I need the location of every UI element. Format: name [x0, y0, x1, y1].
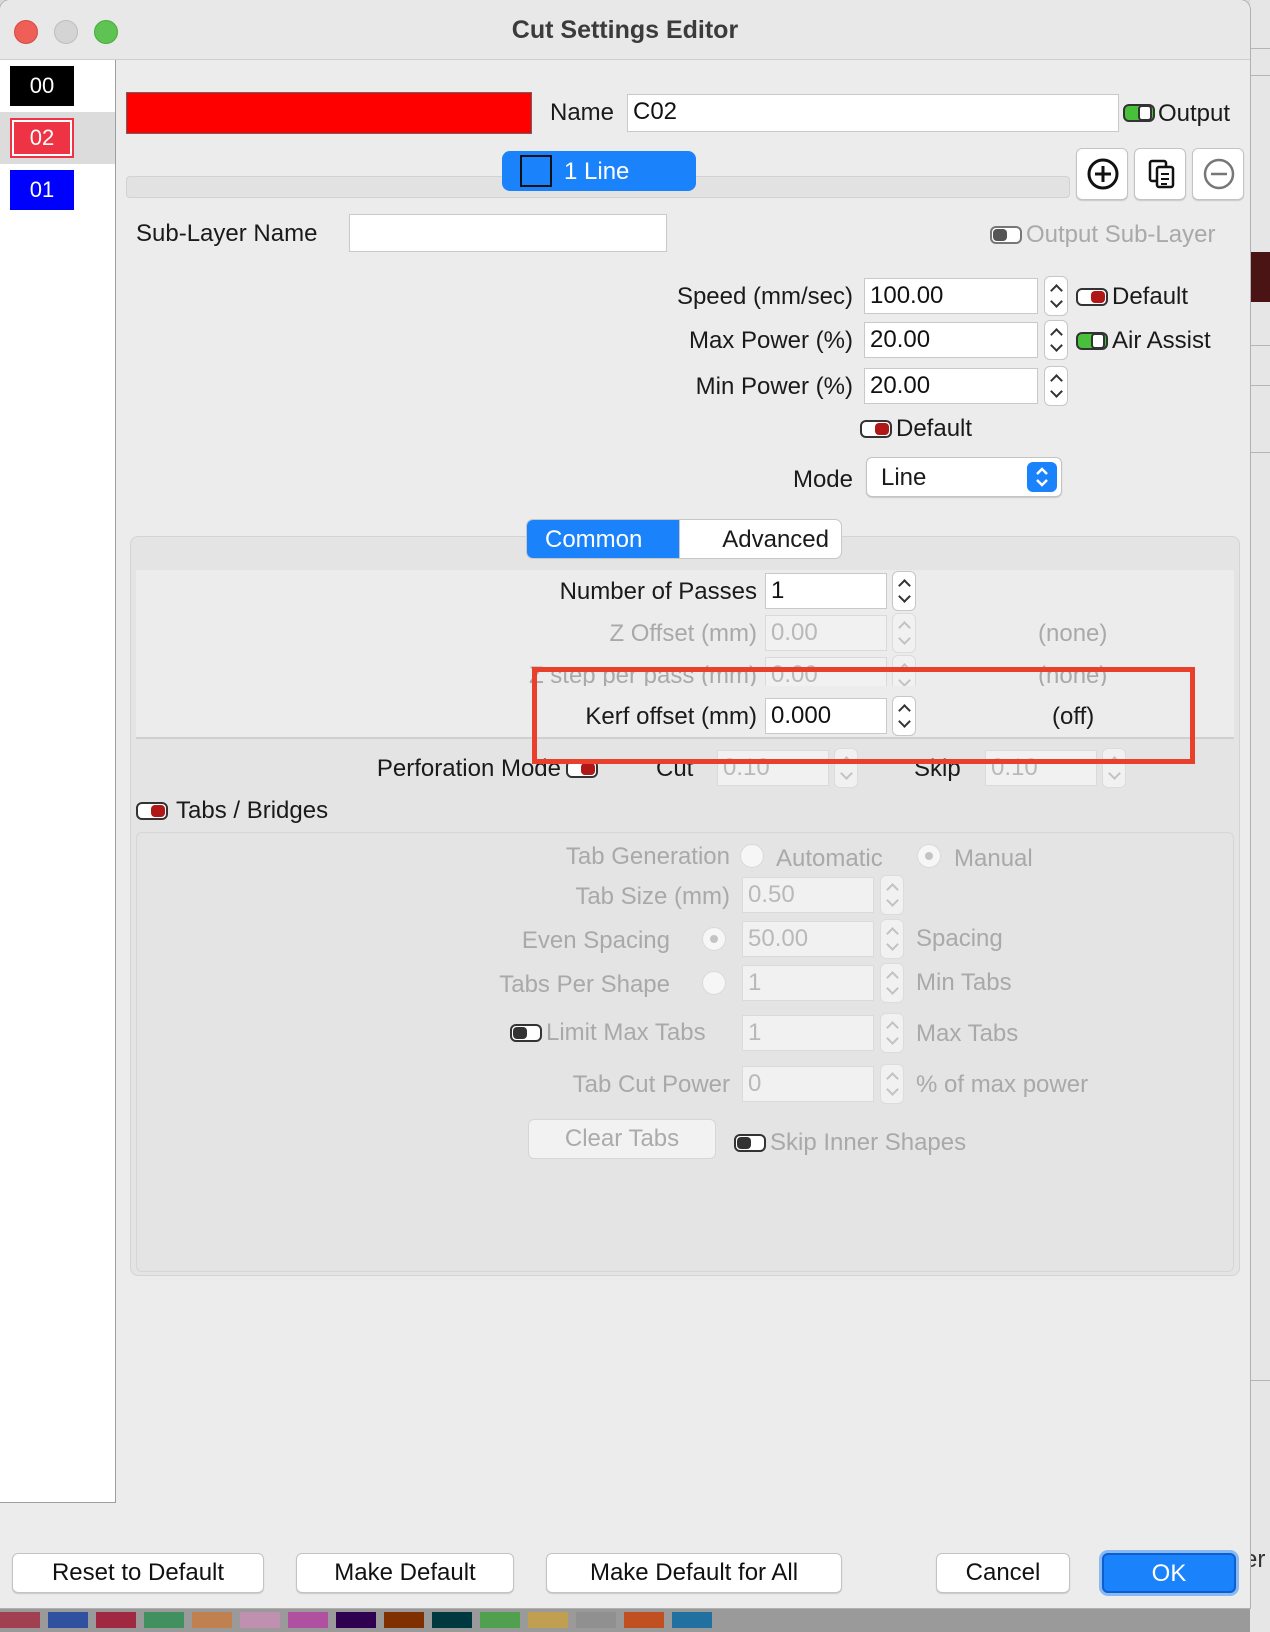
min-tabs-label: Min Tabs — [916, 969, 1012, 996]
speed-stepper[interactable] — [1044, 276, 1068, 316]
highlight-rectangle — [532, 667, 1195, 764]
cut-settings-window: Cut Settings Editor 00 02 01 Name C02 Ou… — [0, 0, 1250, 1608]
spacing-label: Spacing — [916, 925, 1003, 952]
layer-chip: 01 — [10, 170, 74, 210]
layer-color-swatch[interactable] — [126, 92, 532, 134]
limit-max-tabs-stepper[interactable] — [880, 1013, 904, 1053]
speed-input[interactable]: 100.00 — [864, 278, 1038, 314]
passes-stepper[interactable] — [892, 571, 916, 611]
plus-circle-icon — [1087, 158, 1119, 190]
name-input[interactable]: C02 — [627, 94, 1119, 132]
min-power-stepper[interactable] — [1044, 366, 1068, 406]
output-sublayer-toggle[interactable] — [990, 226, 1022, 244]
mode-value: Line — [881, 464, 927, 491]
tabs-per-shape-stepper[interactable] — [880, 963, 904, 1003]
automatic-label: Automatic — [776, 845, 883, 872]
name-label: Name — [550, 99, 615, 126]
tab-common-label: Common — [545, 526, 643, 553]
sublayer-tab-label: 1 Line — [564, 158, 630, 185]
mode-label: Mode — [792, 466, 853, 493]
tab-size-input[interactable]: 0.50 — [742, 877, 874, 913]
z-offset-label: Z Offset (mm) — [609, 620, 757, 647]
manual-radio[interactable] — [917, 844, 941, 868]
output-sublayer-label: Output Sub-Layer — [1026, 221, 1216, 248]
layer-item-01[interactable]: 01 — [0, 164, 115, 216]
line-color-box-icon — [520, 155, 552, 187]
z-offset-stepper[interactable] — [892, 613, 916, 653]
tab-advanced[interactable]: Advanced — [679, 520, 841, 558]
automatic-radio[interactable] — [740, 844, 764, 868]
layer-chip: 00 — [10, 66, 74, 106]
minus-circle-icon — [1203, 158, 1235, 190]
manual-label: Manual — [954, 845, 1033, 872]
updown-chevron-icon — [1027, 462, 1057, 492]
speed-default-label: Default — [1112, 283, 1189, 310]
background-app-edge — [1250, 0, 1270, 1632]
layer-item-00[interactable]: 00 — [0, 60, 115, 112]
sublayer-name-label: Sub-Layer Name — [136, 220, 318, 247]
title-bar: Cut Settings Editor — [0, 0, 1250, 60]
background-color-palette — [0, 1608, 1250, 1632]
min-power-input[interactable]: 20.00 — [864, 368, 1038, 404]
even-spacing-radio[interactable] — [702, 927, 726, 951]
z-offset-input[interactable]: 0.00 — [765, 615, 887, 651]
mode-select[interactable]: Line — [866, 457, 1062, 497]
output-label: Output — [1158, 100, 1231, 127]
passes-input[interactable]: 1 — [765, 573, 887, 609]
z-offset-status: (none) — [1038, 620, 1108, 647]
tab-advanced-label: Advanced — [722, 526, 829, 553]
sublayer-tab-1-line[interactable]: 1 Line — [502, 151, 696, 191]
limit-max-tabs-label: Limit Max Tabs — [546, 1019, 706, 1046]
add-sublayer-button[interactable] — [1076, 148, 1128, 200]
even-spacing-label: Even Spacing — [521, 927, 670, 954]
air-assist-toggle[interactable] — [1076, 332, 1108, 350]
tab-size-stepper[interactable] — [880, 875, 904, 915]
tabs-per-shape-label: Tabs Per Shape — [499, 971, 670, 998]
tab-cut-power-label: Tab Cut Power — [572, 1071, 730, 1098]
power-default-label: Default — [896, 415, 973, 442]
max-power-input[interactable]: 20.00 — [864, 322, 1038, 358]
clear-tabs-button[interactable]: Clear Tabs — [528, 1119, 716, 1159]
tab-generation-label: Tab Generation — [565, 843, 730, 870]
max-power-label: Max Power (%) — [688, 327, 853, 354]
copy-sublayer-button[interactable] — [1134, 148, 1186, 200]
make-default-button[interactable]: Make Default — [296, 1553, 514, 1593]
limit-max-tabs-toggle[interactable] — [510, 1024, 542, 1042]
even-spacing-stepper[interactable] — [880, 919, 904, 959]
tabs-per-shape-input[interactable]: 1 — [742, 965, 874, 1001]
output-toggle[interactable] — [1123, 104, 1155, 122]
cancel-button[interactable]: Cancel — [936, 1553, 1070, 1593]
passes-label: Number of Passes — [559, 578, 757, 605]
tabs-bridges-label: Tabs / Bridges — [176, 797, 329, 824]
window-title: Cut Settings Editor — [511, 16, 739, 44]
speed-default-toggle[interactable] — [1076, 288, 1108, 306]
even-spacing-input[interactable]: 50.00 — [742, 921, 874, 957]
speed-label: Speed (mm/sec) — [676, 283, 853, 310]
skip-inner-shapes-label: Skip Inner Shapes — [770, 1129, 967, 1156]
tabs-per-shape-radio[interactable] — [702, 971, 726, 995]
tab-common[interactable]: Common — [527, 520, 679, 558]
max-power-stepper[interactable] — [1044, 320, 1068, 360]
tab-cut-power-stepper[interactable] — [880, 1064, 904, 1104]
max-tabs-label: Max Tabs — [916, 1020, 1019, 1047]
layer-item-02[interactable]: 02 — [0, 112, 115, 164]
layer-chip: 02 — [10, 118, 74, 158]
remove-sublayer-button[interactable] — [1192, 148, 1244, 200]
tab-cut-power-unit: % of max power — [916, 1071, 1089, 1098]
copy-icon — [1148, 159, 1175, 189]
sublayer-name-input[interactable] — [349, 214, 667, 252]
tab-size-label: Tab Size (mm) — [575, 883, 730, 910]
reset-to-default-button[interactable]: Reset to Default — [12, 1553, 264, 1593]
settings-tabs: Common Advanced — [526, 519, 842, 559]
skip-inner-shapes-toggle[interactable] — [734, 1134, 766, 1152]
air-assist-label: Air Assist — [1112, 327, 1211, 354]
tabs-bridges-toggle[interactable] — [136, 802, 168, 820]
min-power-label: Min Power (%) — [695, 373, 853, 400]
limit-max-tabs-input[interactable]: 1 — [742, 1015, 874, 1051]
make-default-for-all-button[interactable]: Make Default for All — [546, 1553, 842, 1593]
power-default-toggle[interactable] — [860, 420, 892, 438]
tab-cut-power-input[interactable]: 0 — [742, 1066, 874, 1102]
ok-button[interactable]: OK — [1102, 1553, 1236, 1593]
layer-list: 00 02 01 — [0, 60, 116, 1503]
